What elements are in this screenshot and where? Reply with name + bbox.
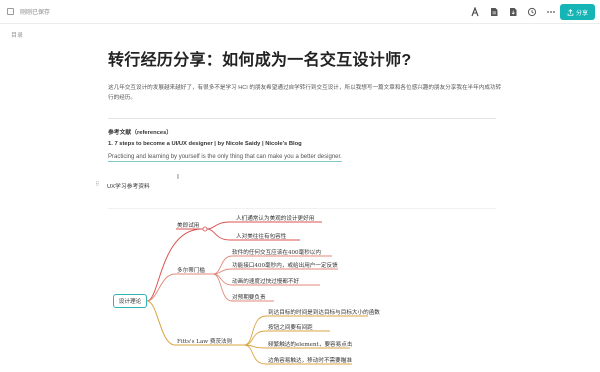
mindmap-title[interactable]: UX学习参考资料 xyxy=(107,181,150,190)
mindmap-node[interactable]: 多尔蒂门槛 xyxy=(177,266,205,274)
outline-label[interactable]: 目录 xyxy=(11,30,23,39)
quote-text[interactable]: Practicing and learning by yourself is t… xyxy=(108,154,342,162)
mindmap-node[interactable]: 动画的速度过快过慢都不好 xyxy=(232,277,299,285)
top-bar: 刚刚已保存 分享 xyxy=(0,0,600,24)
divider xyxy=(108,208,496,209)
text-cursor-icon: I xyxy=(177,174,179,181)
mindmap-node[interactable]: 按钮之间要有间距 xyxy=(268,323,313,331)
document-icon[interactable] xyxy=(489,6,499,17)
more-icon[interactable] xyxy=(546,6,556,17)
page-title[interactable]: 转行经历分享：如何成为一名交互设计师? xyxy=(108,46,411,70)
toolbar xyxy=(470,6,556,17)
mindmap-node[interactable]: 美即试用 xyxy=(177,221,199,229)
references-heading[interactable]: 参考文献（references） xyxy=(108,127,172,136)
mindmap-node[interactable]: 功能接口400毫秒内，或给出用户一定反馈 xyxy=(232,261,338,269)
mindmap-node[interactable]: 软件的任何交互应该在400毫秒以内 xyxy=(232,248,321,256)
mindmap-root-node[interactable]: 设计理论 xyxy=(113,294,147,308)
reference-item[interactable]: 1. 7 steps to become a UI/UX designer | … xyxy=(108,141,302,147)
text-style-icon[interactable] xyxy=(470,6,480,17)
mindmap-node[interactable]: 对预期要负责 xyxy=(232,293,266,301)
mindmap-node[interactable]: 到达目标的时间是到达目标与目标大小的函数 xyxy=(268,308,380,316)
document-body[interactable]: 转行经历分享：如何成为一名交互设计师? 这几年交互设计的发展越来越好了，有很多不… xyxy=(95,24,501,372)
mindmap-node[interactable]: 人对美往往有包容性 xyxy=(236,232,286,240)
mindmap-node[interactable]: 人们通常认为美观的设计更好用 xyxy=(236,214,314,222)
drag-handle-icon[interactable]: ⠿ xyxy=(95,182,100,188)
mindmap-node[interactable]: 边角容易触达，移动时不需要瞄准 xyxy=(268,356,352,364)
intro-paragraph[interactable]: 这几年交互设计的发展越来越好了，有很多不是学习 HCI 的朋友希望通过自学转行到… xyxy=(108,83,503,103)
download-icon[interactable] xyxy=(508,6,518,17)
share-icon xyxy=(567,8,574,16)
mindmap-node[interactable]: Fitts's Law 费茨法则 xyxy=(177,337,232,345)
menu-icon[interactable] xyxy=(7,8,14,15)
divider xyxy=(108,118,496,119)
mindmap-node[interactable]: 频繁触达的element，要容易点击 xyxy=(268,340,352,348)
history-icon[interactable] xyxy=(527,6,537,17)
save-status: 刚刚已保存 xyxy=(20,10,51,16)
share-label: 分享 xyxy=(575,10,588,17)
share-button[interactable]: 分享 xyxy=(560,4,595,20)
